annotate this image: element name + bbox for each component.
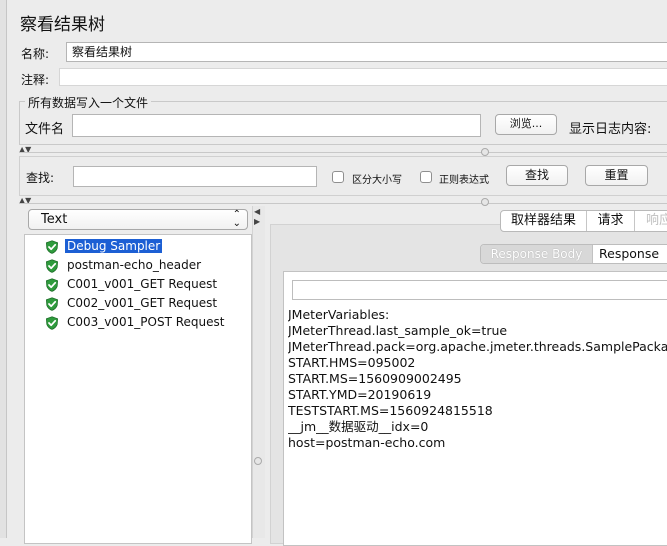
response-line: JMeterThread.pack=org.apache.jmeter.thre… <box>288 339 667 354</box>
results-tree: Debug Sampler postman-echo_header C001_v00… <box>24 234 252 544</box>
splitter-line-2 <box>19 203 667 204</box>
tree-item[interactable]: C002_v001_GET Request <box>45 294 226 313</box>
tree-item-label: postman-echo_header <box>67 258 202 272</box>
search-input[interactable] <box>73 166 317 187</box>
filename-label: 文件名 <box>25 122 65 137</box>
reset-button[interactable]: 重置 <box>585 165 648 186</box>
response-text[interactable]: JMeterVariables: JMeterThread.last_sample… <box>288 307 667 467</box>
vertical-splitter-handle[interactable] <box>254 457 262 465</box>
response-line: START.HMS=095002 <box>288 355 416 370</box>
find-button[interactable]: 查找 <box>506 165 568 186</box>
tree-item-label: C002_v001_GET Request <box>67 296 218 310</box>
response-line: START.YMD=20190619 <box>288 387 432 402</box>
splitter-handle-1[interactable] <box>481 148 489 156</box>
tab-request[interactable]: 请求 <box>587 211 635 231</box>
tree-list: Debug Sampler postman-echo_header C001_v00… <box>45 237 226 332</box>
subtab-response-headers[interactable]: Response <box>593 245 667 263</box>
case-sensitive-label: 区分大小写 <box>352 175 402 186</box>
splitter-right-arrow[interactable]: ▶ <box>254 218 260 226</box>
comment-label: 注释: <box>21 73 50 87</box>
splitter-line-1 <box>19 152 667 153</box>
tree-item-label: Debug Sampler <box>65 239 163 253</box>
tree-item[interactable]: postman-echo_header <box>45 256 226 275</box>
regex-checkbox[interactable] <box>420 171 432 183</box>
response-search-input[interactable] <box>292 280 667 300</box>
comment-field[interactable] <box>59 68 667 86</box>
subtab-response-body[interactable]: Response Body <box>481 245 593 263</box>
response-line: JMeterVariables: <box>288 307 390 322</box>
response-line: TESTSTART.MS=1560924815518 <box>288 403 493 418</box>
response-line: START.MS=1560909002495 <box>288 371 462 386</box>
search-label: 查找: <box>26 171 55 185</box>
response-line: JMeterThread.last_sample_ok=true <box>288 323 508 338</box>
name-label: 名称: <box>21 47 50 61</box>
file-group-legend: 所有数据写入一个文件 <box>25 94 152 111</box>
tab-sampler-result[interactable]: 取样器结果 <box>501 211 587 231</box>
renderer-select[interactable]: Text ⌃ ⌄ <box>28 209 248 230</box>
log-content-label: 显示日志内容: <box>569 122 652 137</box>
success-shield-icon <box>45 296 59 311</box>
vertical-splitter[interactable] <box>252 206 265 538</box>
filename-field[interactable] <box>72 114 481 137</box>
case-sensitive-checkbox[interactable] <box>332 171 344 183</box>
success-shield-icon <box>45 277 59 292</box>
tree-item-label: C003_v001_POST Request <box>67 315 225 329</box>
chevron-updown-icon: ⌃ ⌄ <box>232 209 241 229</box>
tree-item[interactable]: C003_v001_POST Request <box>45 313 226 332</box>
splitter-handle-2[interactable] <box>481 198 489 206</box>
page-title: 察看结果树 <box>20 15 105 35</box>
result-tab-bar: 取样器结果 请求 响应 <box>500 210 667 232</box>
tree-item[interactable]: C001_v001_GET Request <box>45 275 226 294</box>
window-left-edge <box>0 0 7 538</box>
regex-label: 正则表达式 <box>439 175 489 186</box>
tree-item[interactable]: Debug Sampler <box>45 237 226 256</box>
response-line: host=postman-echo.com <box>288 435 446 450</box>
browse-button[interactable]: 浏览... <box>495 114 557 135</box>
renderer-select-value: Text <box>41 212 68 227</box>
success-shield-icon <box>45 258 59 273</box>
success-shield-icon <box>45 315 59 330</box>
tab-response[interactable]: 响应 <box>635 211 667 231</box>
tree-item-label: C001_v001_GET Request <box>67 277 218 291</box>
splitter-left-arrow[interactable]: ◀ <box>254 208 260 216</box>
name-field[interactable]: 察看结果树 <box>66 42 667 62</box>
response-subtab-bar: Response Body Response <box>480 244 667 264</box>
success-shield-icon <box>45 239 59 254</box>
response-line: __jm__数据驱动__idx=0 <box>288 419 429 434</box>
